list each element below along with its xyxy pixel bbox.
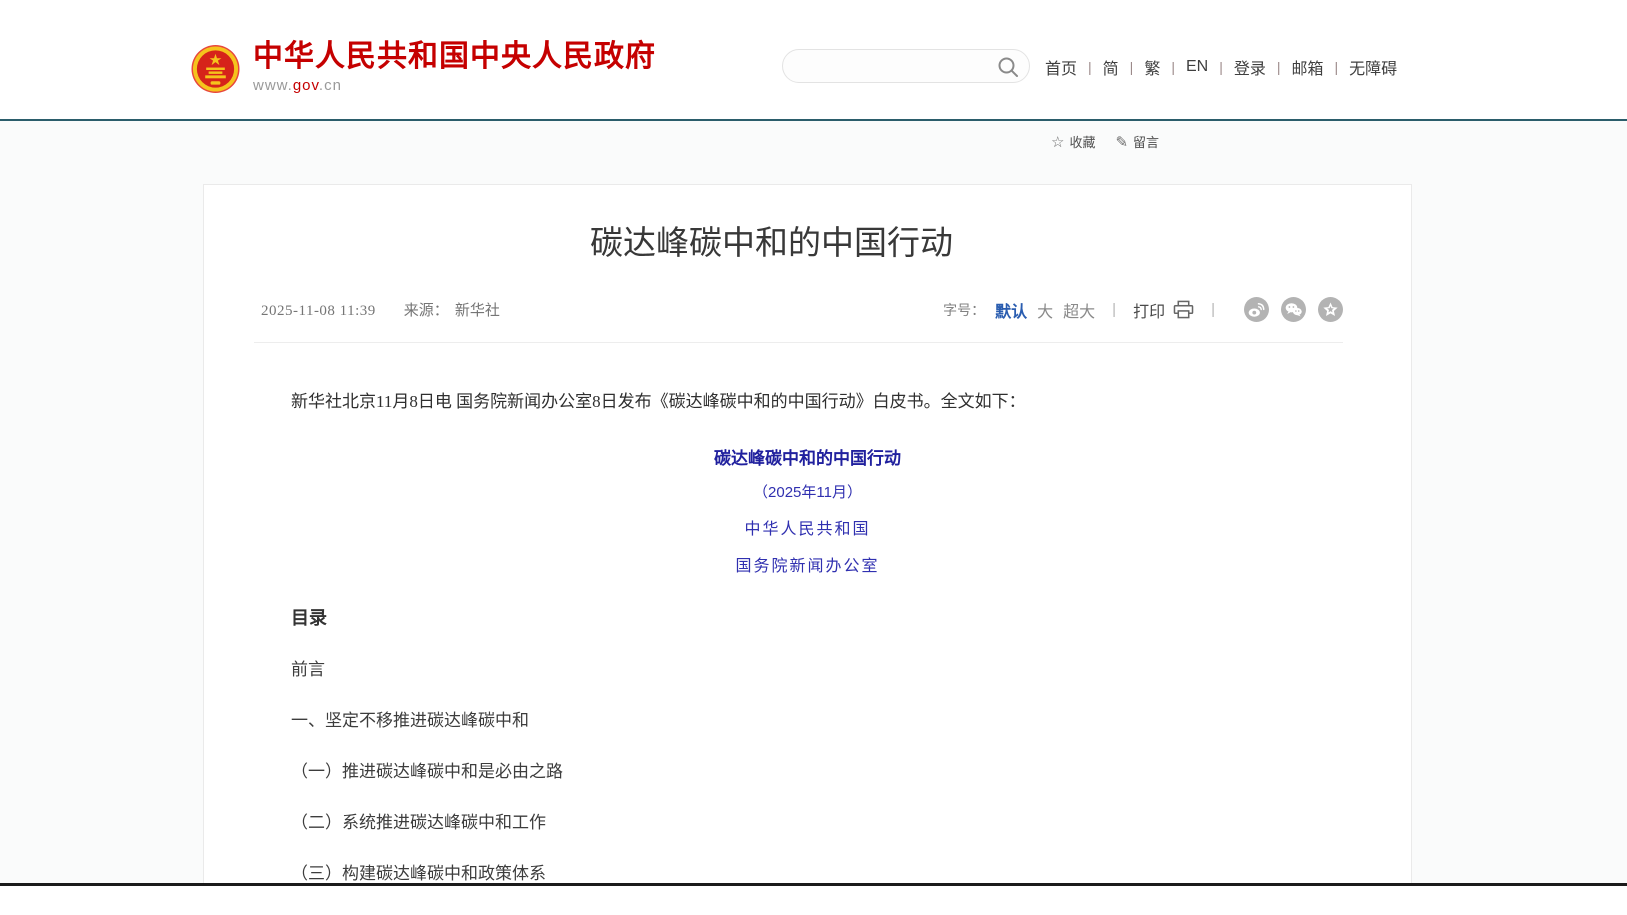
- star-share-button[interactable]: [1318, 297, 1343, 322]
- toc-item: （三）构建碳达峰碳中和政策体系: [291, 859, 1324, 883]
- share-icons: [1232, 297, 1343, 322]
- weibo-icon: [1244, 297, 1269, 322]
- document-issuer-office: 国务院新闻办公室: [291, 552, 1324, 576]
- article-card: 碳达峰碳中和的中国行动 2025-11-08 11:39 来源： 新华社 字号：…: [203, 184, 1412, 883]
- wechat-icon: [1281, 297, 1306, 322]
- favorite-button[interactable]: ☆ 收藏: [1051, 132, 1095, 151]
- viewport-bottom-border: [0, 883, 1627, 886]
- toc-item: 前言: [291, 655, 1324, 680]
- article-meta: 2025-11-08 11:39 来源： 新华社: [261, 299, 500, 320]
- article-toolbar: 字号： 默认 大 超大 | 打印 |: [943, 297, 1343, 322]
- print-button[interactable]: 打印: [1133, 298, 1194, 322]
- page-actions: ☆ 收藏 ✎ 留言: [1051, 132, 1159, 151]
- printer-icon: [1173, 300, 1194, 319]
- nav-separator: |: [1130, 59, 1134, 75]
- article-title: 碳达峰碳中和的中国行动: [204, 185, 1411, 263]
- document-heading-block: 碳达峰碳中和的中国行动 （2025年11月） 中华人民共和国 国务院新闻办公室: [291, 444, 1324, 576]
- page-background: ☆ 收藏 ✎ 留言 碳达峰碳中和的中国行动 2025-11-08 11:39 来…: [0, 121, 1627, 883]
- document-date: （2025年11月）: [291, 481, 1324, 502]
- nav-separator: |: [1171, 59, 1175, 75]
- top-nav: 首页 | 简 | 繁 | EN | 登录 | 邮箱 | 无障碍: [1045, 55, 1397, 79]
- wechat-share-button[interactable]: [1281, 297, 1306, 322]
- toc-item: 一、坚定不移推进碳达峰碳中和: [291, 706, 1324, 731]
- site-logo-link[interactable]: 中华人民共和国中央人民政府 www.gov.cn: [191, 40, 656, 96]
- site-title-block: 中华人民共和国中央人民政府 www.gov.cn: [253, 40, 656, 94]
- toc-item: （二）系统推进碳达峰碳中和工作: [291, 808, 1324, 833]
- source-value: 新华社: [455, 299, 500, 320]
- search-box: [782, 49, 1030, 83]
- nav-link-traditional[interactable]: 繁: [1144, 55, 1160, 79]
- nav-link-mailbox[interactable]: 邮箱: [1292, 55, 1324, 79]
- favorite-label: 收藏: [1069, 132, 1095, 151]
- font-size-label: 字号：: [943, 300, 985, 320]
- document-title: 碳达峰碳中和的中国行动: [291, 444, 1324, 469]
- site-title: 中华人民共和国中央人民政府: [253, 40, 656, 74]
- national-emblem-icon: [191, 42, 240, 96]
- nav-link-simplified[interactable]: 简: [1103, 55, 1119, 79]
- table-of-contents: 前言 一、坚定不移推进碳达峰碳中和 （一）推进碳达峰碳中和是必由之路 （二）系统…: [291, 655, 1324, 883]
- nav-separator: |: [1335, 59, 1339, 75]
- nav-link-home[interactable]: 首页: [1045, 55, 1077, 79]
- toolbar-separator: |: [1112, 301, 1116, 318]
- toc-heading: 目录: [291, 604, 1324, 630]
- font-size-large-button[interactable]: 大: [1037, 298, 1053, 322]
- lead-paragraph: 新华社北京11月8日电 国务院新闻办公室8日发布《碳达峰碳中和的中国行动》白皮书…: [291, 389, 1324, 415]
- toolbar-separator: |: [1211, 301, 1215, 318]
- source-label: 来源：: [404, 299, 449, 320]
- weibo-share-button[interactable]: [1244, 297, 1269, 322]
- font-size-default-button[interactable]: 默认: [995, 298, 1027, 322]
- pencil-icon: ✎: [1115, 133, 1128, 151]
- nav-link-accessibility[interactable]: 无障碍: [1349, 55, 1397, 79]
- article-body: 新华社北京11月8日电 国务院新闻办公室8日发布《碳达峰碳中和的中国行动》白皮书…: [204, 389, 1411, 883]
- search-icon[interactable]: [997, 56, 1019, 78]
- font-size-xlarge-button[interactable]: 超大: [1063, 298, 1095, 322]
- nav-separator: |: [1277, 59, 1281, 75]
- nav-separator: |: [1088, 59, 1092, 75]
- site-url: www.gov.cn: [253, 77, 656, 94]
- nav-link-login[interactable]: 登录: [1234, 55, 1266, 79]
- print-label: 打印: [1133, 298, 1165, 322]
- site-header: 中华人民共和国中央人民政府 www.gov.cn 首页 | 简 | 繁 | EN…: [0, 0, 1627, 119]
- nav-link-english[interactable]: EN: [1186, 58, 1208, 76]
- document-issuer-country: 中华人民共和国: [291, 515, 1324, 539]
- feedback-button[interactable]: ✎ 留言: [1115, 132, 1159, 151]
- star-icon: ☆: [1051, 133, 1064, 151]
- toc-item: （一）推进碳达峰碳中和是必由之路: [291, 757, 1324, 782]
- nav-separator: |: [1219, 59, 1223, 75]
- search-input[interactable]: [799, 50, 989, 82]
- feedback-label: 留言: [1133, 132, 1159, 151]
- star-share-icon: [1318, 297, 1343, 322]
- publish-date: 2025-11-08 11:39: [261, 303, 376, 320]
- article-meta-row: 2025-11-08 11:39 来源： 新华社 字号： 默认 大 超大 | 打…: [254, 297, 1343, 343]
